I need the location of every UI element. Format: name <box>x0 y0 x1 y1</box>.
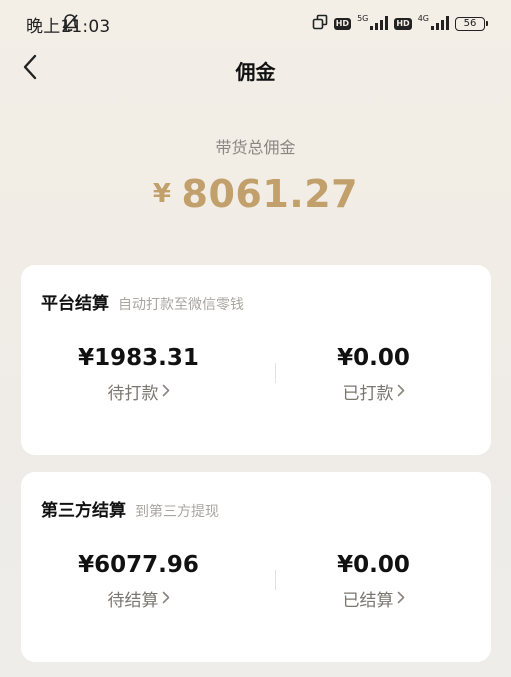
battery-icon: 56 <box>455 17 488 31</box>
pending-settlement-label: 待结算 <box>107 591 159 611</box>
pending-payment-value: ¥1983.31 <box>78 345 199 371</box>
card-header: 平台结算 自动打款至微信零钱 <box>41 289 244 314</box>
paid-stat[interactable]: ¥0.00 已打款 <box>256 345 491 404</box>
network-label-2: 4G <box>417 13 429 23</box>
status-bar: 晚上11:03 HD 5G HD 4G 56 <box>0 0 511 48</box>
pending-settlement-stat[interactable]: ¥6077.96 待结算 <box>21 552 256 611</box>
commission-summary: 带货总佣金 ¥8061.27 <box>0 134 511 216</box>
hd-badge-2: HD <box>394 18 412 30</box>
hd-badge: HD <box>333 18 352 30</box>
settled-value: ¥0.00 <box>337 552 410 578</box>
paid-label: 已打款 <box>342 384 394 404</box>
pending-payment-label: 待打款 <box>107 384 159 404</box>
card-subtitle: 自动打款至微信零钱 <box>118 297 244 313</box>
settled-label: 已结算 <box>342 591 394 611</box>
pending-payment-link[interactable]: 待打款 <box>108 379 170 404</box>
summary-currency: ¥ <box>152 179 172 209</box>
card-title: 第三方结算 <box>41 501 126 521</box>
paid-link[interactable]: 已打款 <box>343 379 405 404</box>
page-title: 佣金 <box>235 60 276 84</box>
chevron-right-icon <box>162 589 170 609</box>
paid-value: ¥0.00 <box>337 345 410 371</box>
chevron-right-icon <box>397 382 405 402</box>
third-party-settlement-card: 第三方结算 到第三方提现 ¥6077.96 待结算 ¥0.00 已结算 <box>21 472 491 662</box>
network-label-1: 5G <box>357 13 369 23</box>
card-header: 第三方结算 到第三方提现 <box>41 496 219 521</box>
settled-stat[interactable]: ¥0.00 已结算 <box>256 552 491 611</box>
card-subtitle: 到第三方提现 <box>135 504 219 520</box>
chevron-right-icon <box>162 382 170 402</box>
chevron-right-icon <box>397 589 405 609</box>
platform-settlement-card: 平台结算 自动打款至微信零钱 ¥1983.31 待打款 ¥0.00 已打款 <box>21 265 491 455</box>
pending-settlement-link[interactable]: 待结算 <box>108 586 170 611</box>
nav-bar: 佣金 <box>0 48 511 90</box>
bell-muted-icon <box>61 13 79 37</box>
pending-payment-stat[interactable]: ¥1983.31 待打款 <box>21 345 256 404</box>
summary-label: 带货总佣金 <box>215 138 296 157</box>
summary-amount: ¥8061.27 <box>0 172 511 216</box>
signal-icon-2 <box>431 15 449 34</box>
status-icons: HD 5G HD 4G 56 <box>62 13 488 35</box>
signal-icon <box>370 15 389 34</box>
card-title: 平台结算 <box>41 294 109 314</box>
settled-link[interactable]: 已结算 <box>343 586 405 611</box>
sync-icon <box>312 14 328 34</box>
summary-amount-value: 8061.27 <box>181 172 359 216</box>
pending-settlement-value: ¥6077.96 <box>78 552 199 578</box>
